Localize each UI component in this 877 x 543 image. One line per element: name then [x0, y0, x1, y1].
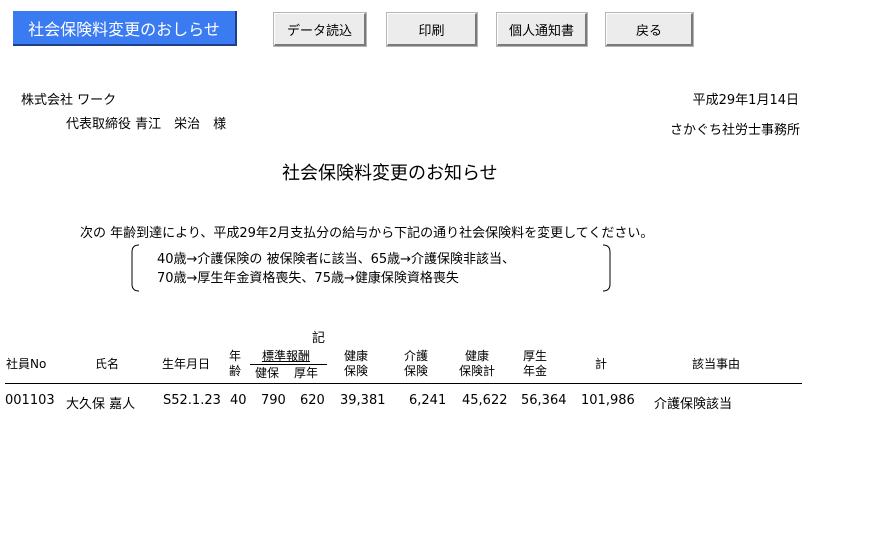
- cell-std-pension: 620: [300, 393, 325, 408]
- print-button[interactable]: 印刷: [387, 13, 477, 46]
- intro-text: 次の 年齢到達により、平成29年2月支払分の給与から下記の通り社会保険料を変更し…: [80, 226, 654, 241]
- letter-date: 平成29年1月14日: [692, 93, 799, 108]
- header-reason: 該当事由: [692, 357, 741, 371]
- header-age: 年 齢: [229, 349, 242, 378]
- cell-employee-no: 001103: [5, 393, 55, 408]
- table-header-rule: [5, 383, 802, 384]
- cell-pension: 56,364: [521, 393, 567, 408]
- header-total: 計: [595, 357, 608, 371]
- cell-reason: 介護保険該当: [654, 397, 733, 412]
- cell-care-ins: 6,241: [409, 393, 447, 408]
- note-line-1: 40歳→介護保険の 被保険者に該当、65歳→介護保険非該当、: [157, 252, 516, 267]
- header-health-ins: 健康 保険: [344, 349, 369, 378]
- header-birth-date: 生年月日: [162, 357, 211, 371]
- letter-title: 社会保険料変更のお知らせ: [282, 163, 498, 184]
- std-remuneration-rule: [250, 364, 327, 365]
- note-line-2: 70歳→厚生年金資格喪失、75歳→健康保険資格喪失: [157, 271, 459, 286]
- cell-std-health: 790: [261, 393, 286, 408]
- header-care-ins: 介護 保険: [404, 349, 429, 378]
- data-load-button[interactable]: データ読込: [274, 13, 366, 46]
- header-pension: 厚生 年金: [523, 349, 548, 378]
- header-std-remuneration: 標準報酬: [262, 349, 311, 363]
- header-std-pension: 厚年: [294, 366, 319, 380]
- sender-name: さかぐち社労士事務所: [669, 123, 800, 138]
- recipient-company: 株式会社 ワーク: [21, 93, 117, 108]
- individual-notice-button[interactable]: 個人通知書: [497, 13, 587, 46]
- back-button[interactable]: 戻る: [606, 13, 693, 46]
- recipient-person: 代表取締役 青江 栄治 様: [66, 117, 227, 132]
- header-employee-no: 社員No: [6, 357, 47, 371]
- cell-birth-date: S52.1.23: [163, 393, 221, 408]
- cell-health-ins: 39,381: [340, 393, 386, 408]
- header-health-total: 健康 保険計: [459, 349, 496, 378]
- cell-health-total: 45,622: [462, 393, 508, 408]
- cell-age: 40: [230, 393, 247, 408]
- header-std-health: 健保: [255, 366, 280, 380]
- cell-total: 101,986: [581, 393, 635, 408]
- page-title-badge: 社会保険料変更のおしらせ: [13, 11, 237, 46]
- right-bracket: [602, 244, 611, 292]
- ki-heading: 記: [312, 331, 326, 346]
- cell-name: 大久保 嘉人: [66, 397, 136, 412]
- left-bracket: [131, 244, 140, 292]
- header-name: 氏名: [95, 357, 120, 371]
